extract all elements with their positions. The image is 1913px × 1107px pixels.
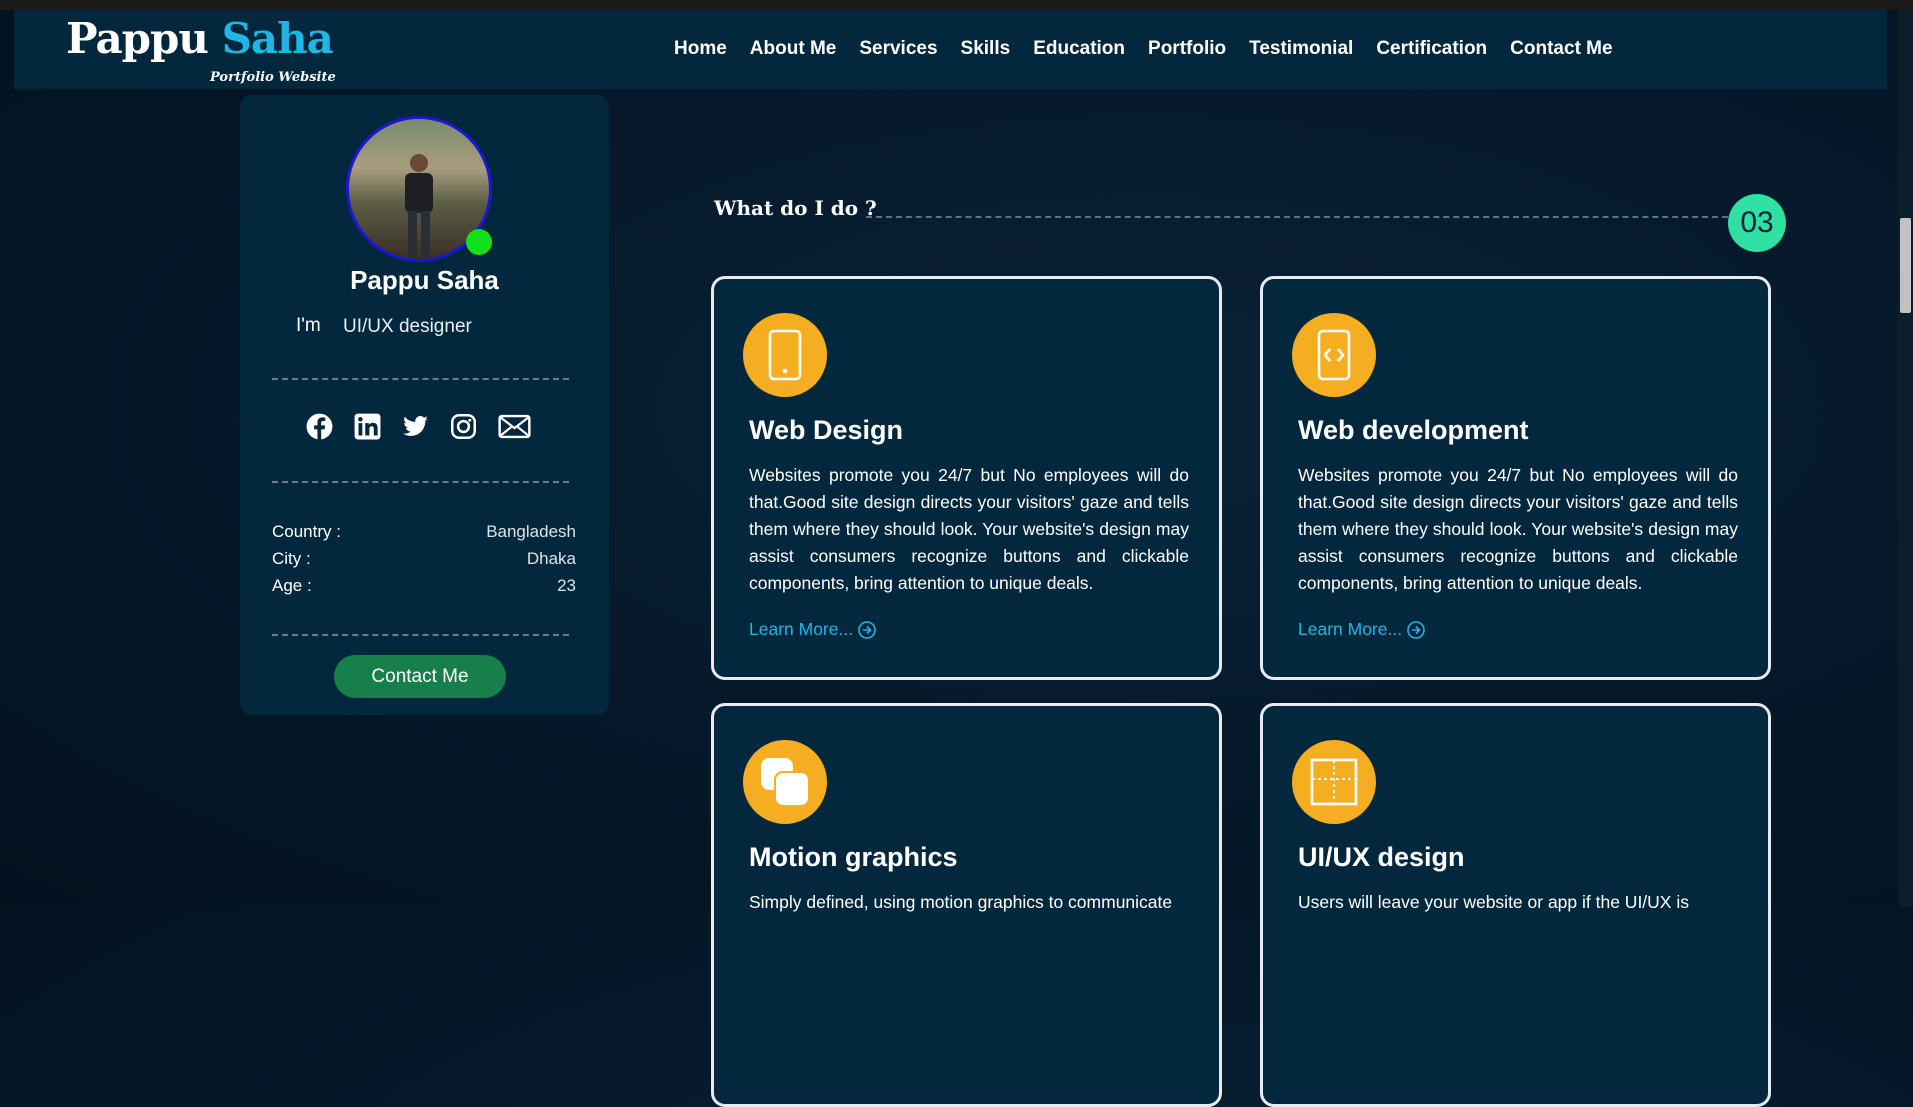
logo-last-name: Saha bbox=[221, 14, 334, 63]
nav-education[interactable]: Education bbox=[1033, 38, 1125, 60]
info-label: Country : bbox=[272, 522, 341, 541]
nav-skills[interactable]: Skills bbox=[961, 38, 1011, 60]
service-card-web-design: Web Design Websites promote you 24/7 but… bbox=[711, 276, 1222, 680]
card-title: Web development bbox=[1298, 415, 1529, 445]
card-description: Simply defined, using motion graphics to… bbox=[749, 892, 1173, 912]
info-value: 23 bbox=[557, 576, 576, 595]
logo-subtitle: Portfolio Website bbox=[210, 70, 336, 85]
arrow-circle-right-icon bbox=[1407, 620, 1425, 639]
layers-icon bbox=[743, 740, 827, 824]
card-description: Users will leave your website or app if … bbox=[1298, 892, 1689, 912]
learn-more-label: Learn More... bbox=[749, 619, 854, 639]
role-text: UI/UX designer bbox=[343, 316, 472, 337]
social-links bbox=[306, 413, 531, 440]
section-title: What do I do ? bbox=[714, 196, 877, 220]
learn-more-label: Learn More... bbox=[1298, 619, 1403, 639]
service-card-motion-graphics: Motion graphics Simply defined, using mo… bbox=[711, 703, 1222, 1107]
info-value: Dhaka bbox=[526, 549, 576, 568]
contact-me-button[interactable]: Contact Me bbox=[334, 655, 506, 698]
logo[interactable]: Pappu Saha Portfolio Website bbox=[66, 14, 336, 85]
profile-card: Pappu Saha I'm UI/UX designer Country : bbox=[240, 95, 609, 715]
profile-name: Pappu Saha bbox=[350, 265, 499, 295]
nav-home[interactable]: Home bbox=[674, 38, 727, 60]
logo-first-name: Pappu bbox=[66, 14, 209, 63]
nav-about-me[interactable]: About Me bbox=[750, 38, 837, 60]
twitter-icon[interactable] bbox=[402, 413, 429, 440]
instagram-icon[interactable] bbox=[450, 413, 477, 440]
scrollbar[interactable] bbox=[1898, 10, 1913, 907]
layout-icon bbox=[1292, 740, 1376, 824]
navbar: Pappu Saha Portfolio Website Home About … bbox=[14, 10, 1887, 89]
divider bbox=[272, 481, 569, 483]
nav-certification[interactable]: Certification bbox=[1376, 38, 1487, 60]
card-description: Websites promote you 24/7 but No employe… bbox=[1298, 465, 1738, 593]
browser-top-strip bbox=[0, 0, 1913, 10]
nav-services[interactable]: Services bbox=[859, 38, 937, 60]
info-label: Age : bbox=[272, 576, 312, 595]
avatar-person-image bbox=[405, 154, 433, 259]
divider bbox=[272, 634, 569, 636]
info-value: Bangladesh bbox=[486, 522, 576, 541]
avatar bbox=[346, 116, 492, 262]
mail-icon[interactable] bbox=[498, 413, 531, 440]
section-number-badge: 03 bbox=[1728, 194, 1786, 252]
linkedin-icon[interactable] bbox=[354, 413, 381, 440]
role-prefix: I'm bbox=[296, 315, 321, 336]
learn-more-link[interactable]: Learn More... bbox=[1298, 619, 1426, 640]
mobile-icon bbox=[743, 313, 827, 397]
nav-portfolio[interactable]: Portfolio bbox=[1148, 38, 1226, 60]
service-card-ui-ux-design: UI/UX design Users will leave your websi… bbox=[1260, 703, 1771, 1107]
nav-contact-me[interactable]: Contact Me bbox=[1510, 38, 1612, 60]
service-card-web-development: Web development Websites promote you 24/… bbox=[1260, 276, 1771, 680]
card-title: Web Design bbox=[749, 415, 904, 445]
nav-testimonial[interactable]: Testimonial bbox=[1249, 38, 1353, 60]
main-nav: Home About Me Services Skills Education … bbox=[674, 38, 1636, 60]
code-icon bbox=[1292, 313, 1376, 397]
section-title-line bbox=[866, 216, 1728, 218]
card-title: UI/UX design bbox=[1298, 842, 1465, 872]
arrow-circle-right-icon bbox=[858, 620, 876, 639]
scrollbar-thumb[interactable] bbox=[1900, 218, 1911, 313]
divider bbox=[272, 378, 569, 380]
facebook-icon[interactable] bbox=[306, 413, 333, 440]
card-description: Websites promote you 24/7 but No employe… bbox=[749, 465, 1189, 593]
card-title: Motion graphics bbox=[749, 842, 958, 872]
learn-more-link[interactable]: Learn More... bbox=[749, 619, 877, 640]
online-status-dot bbox=[466, 229, 492, 255]
info-label: City : bbox=[272, 549, 311, 568]
